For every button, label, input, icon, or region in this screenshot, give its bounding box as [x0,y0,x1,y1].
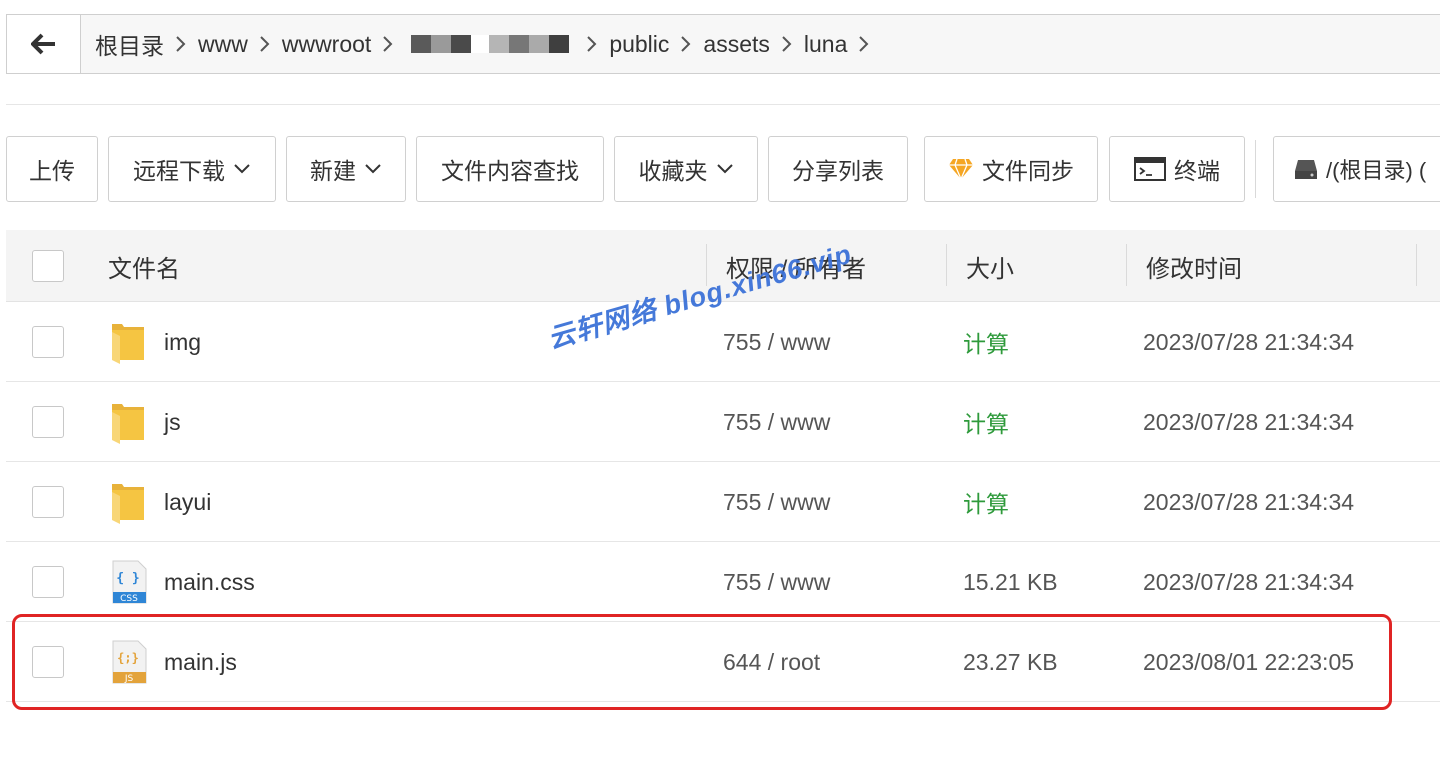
chevron-right-icon [575,35,609,53]
row-checkbox[interactable] [32,326,64,358]
file-permission[interactable]: 755 / www [723,542,830,622]
file-permission[interactable]: 755 / www [723,462,830,542]
back-button[interactable] [7,15,81,73]
folder-icon [112,404,144,444]
disk-label: /(根目录) ( [1326,158,1427,183]
breadcrumb-bar: 根目录 www wwwroot public assets luna [6,14,1440,74]
js-file-icon: {;} JS [112,640,147,684]
new-button[interactable]: 新建 [286,136,406,202]
row-checkbox[interactable] [32,406,64,438]
calculate-size-link[interactable]: 计算 [963,302,1009,382]
table-row[interactable]: layui 755 / www 计算 2023/07/28 21:34:34 [6,462,1440,542]
chevron-right-icon [669,35,703,53]
favorites-label: 收藏夹 [638,158,708,184]
header-size[interactable]: 大小 [966,230,1014,302]
row-checkbox[interactable] [32,646,64,678]
upload-label: 上传 [29,158,75,184]
file-size: 15.21 KB [963,568,1058,595]
file-mtime: 2023/07/28 21:34:34 [1143,568,1355,595]
content-search-button[interactable]: 文件内容查找 [416,136,604,202]
svg-text:JS: JS [124,674,134,684]
chevron-down-icon [234,164,250,174]
breadcrumb-item-wwwroot[interactable]: wwwroot [282,31,371,58]
row-checkbox[interactable] [32,486,64,518]
file-permission[interactable]: 755 / www [723,382,830,462]
folder-icon [112,484,144,524]
file-name[interactable]: img [164,302,201,382]
file-size: 23.27 KB [963,648,1058,675]
share-list-label: 分享列表 [792,158,884,184]
column-divider [946,244,947,286]
chevron-down-icon [365,164,381,174]
css-file-icon: { } CSS [112,560,147,604]
select-all-checkbox[interactable] [32,250,64,282]
divider [6,104,1440,105]
file-mtime: 2023/07/28 21:34:34 [1143,488,1355,515]
diamond-icon [949,158,973,180]
chevron-right-icon [847,35,881,53]
file-permission[interactable]: 644 / root [723,622,820,702]
table-row[interactable]: js 755 / www 计算 2023/07/28 21:34:34 [6,382,1440,462]
chevron-right-icon [770,35,804,53]
content-search-label: 文件内容查找 [441,158,579,184]
terminal-icon [1134,157,1166,181]
breadcrumb-item-redacted[interactable] [405,34,575,54]
calculate-size-link[interactable]: 计算 [963,382,1009,462]
column-divider [1416,244,1417,286]
file-sync-button[interactable]: 文件同步 [924,136,1098,202]
chevron-down-icon [716,164,733,174]
arrow-left-icon [30,33,55,55]
chevron-right-icon [164,35,198,53]
table-row[interactable]: { } CSS main.css 755 / www 15.21 KB 2023… [6,542,1440,622]
calculate-size-link[interactable]: 计算 [963,462,1009,542]
terminal-button[interactable]: 终端 [1109,136,1245,202]
header-filename[interactable]: 文件名 [108,230,180,302]
new-label: 新建 [310,158,356,184]
svg-text:{;}: {;} [117,651,139,665]
svg-text:{ }: { } [116,571,139,586]
remote-download-label: 远程下载 [133,158,225,184]
column-divider [1126,244,1127,286]
table-row[interactable]: img 755 / www 计算 2023/07/28 21:34:34 [6,302,1440,382]
disk-button[interactable]: /(根目录) ( [1273,136,1440,202]
row-checkbox[interactable] [32,566,64,598]
breadcrumb-item-assets[interactable]: assets [703,31,769,58]
chevron-right-icon [248,35,282,53]
breadcrumb-item-www[interactable]: www [198,31,248,58]
chevron-right-icon [371,35,405,53]
svg-text:CSS: CSS [120,594,138,604]
terminal-label: 终端 [1174,158,1220,184]
breadcrumb-item-root[interactable]: 根目录 [95,27,164,61]
disk-icon [1295,160,1317,179]
file-sync-label: 文件同步 [982,158,1074,184]
file-mtime: 2023/08/01 22:23:05 [1143,648,1355,675]
remote-download-button[interactable]: 远程下载 [108,136,276,202]
file-name[interactable]: js [164,382,181,462]
favorites-button[interactable]: 收藏夹 [614,136,758,202]
table-row[interactable]: {;} JS main.js 644 / root 23.27 KB 2023/… [6,622,1440,702]
file-name[interactable]: main.js [164,622,237,702]
header-mtime[interactable]: 修改时间 [1146,230,1242,302]
breadcrumb: 根目录 www wwwroot public assets luna [81,15,881,73]
share-list-button[interactable]: 分享列表 [768,136,908,202]
file-mtime: 2023/07/28 21:34:34 [1143,328,1355,355]
file-name[interactable]: main.css [164,542,255,622]
breadcrumb-item-public[interactable]: public [609,31,669,58]
file-name[interactable]: layui [164,462,211,542]
upload-button[interactable]: 上传 [6,136,98,202]
folder-icon [112,324,144,364]
breadcrumb-item-luna[interactable]: luna [804,31,847,58]
file-mtime: 2023/07/28 21:34:34 [1143,408,1355,435]
file-permission[interactable]: 755 / www [723,302,830,382]
toolbar-divider [1255,140,1256,198]
